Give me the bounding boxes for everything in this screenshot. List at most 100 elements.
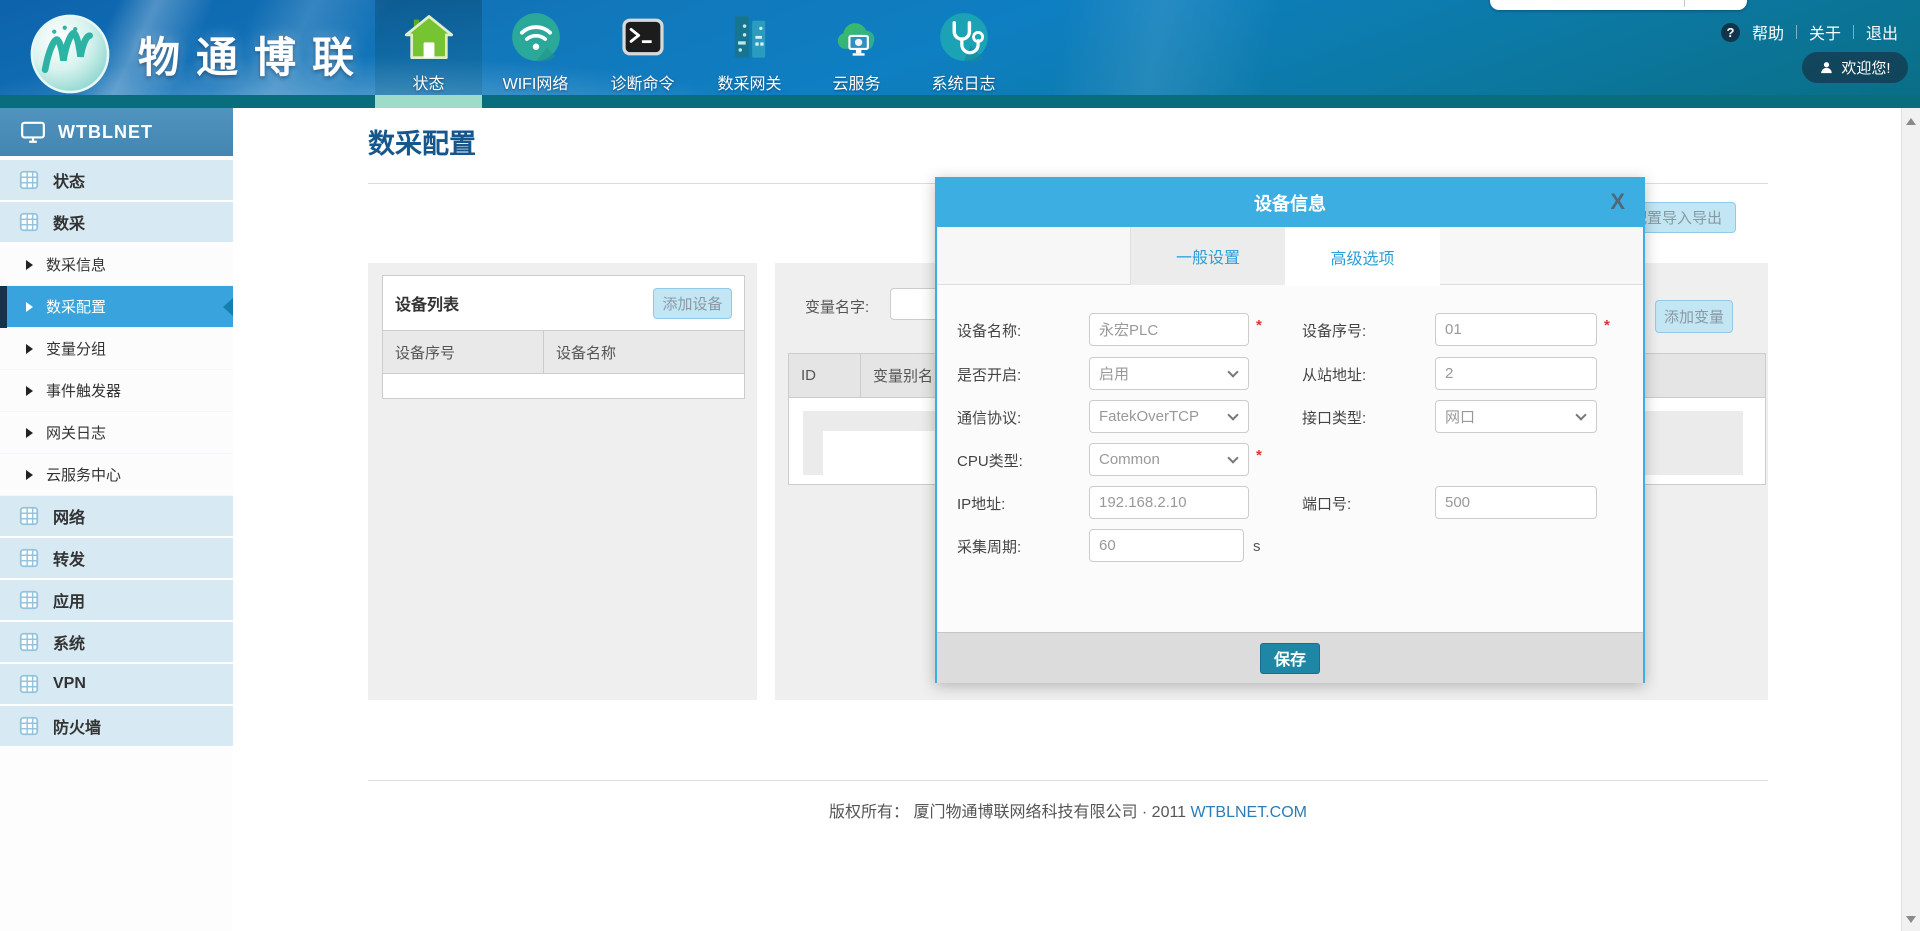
protocol-select[interactable]: FatekOverTCP <box>1089 400 1249 433</box>
browser-search-popup[interactable] <box>1490 0 1747 10</box>
sidebar-item-label: 数采信息 <box>46 254 106 275</box>
scroll-up-arrow-icon[interactable] <box>1906 118 1916 125</box>
header-bottom-band <box>0 95 1920 108</box>
grid-icon <box>18 211 40 233</box>
protocol-label: 通信协议: <box>957 407 1021 428</box>
top-header: 物通博联 状态 WIFI网络 <box>0 0 1920 108</box>
globe-logo-icon <box>28 12 112 96</box>
sidebar-item-gateway-logs[interactable]: 网关日志 <box>0 412 233 454</box>
link-separator <box>1853 25 1854 39</box>
enabled-select[interactable]: 启用 <box>1089 357 1249 390</box>
slave-address-input[interactable]: 2 <box>1435 357 1597 390</box>
nav-item-diagnostics[interactable]: 诊断命令 <box>589 0 696 95</box>
sidebar-item-applications[interactable]: 应用 <box>0 580 233 622</box>
sidebar-item-label: 应用 <box>53 588 85 612</box>
sidebar-item-label: 网络 <box>53 504 85 528</box>
help-link[interactable]: 帮助 <box>1752 20 1784 44</box>
sidebar-item-label: 数采 <box>53 210 85 234</box>
collect-period-input[interactable]: 60 <box>1089 529 1244 562</box>
column-header-id[interactable]: ID <box>789 354 861 397</box>
link-separator <box>1796 25 1797 39</box>
modal-title: 设备信息 <box>1254 190 1326 216</box>
port-input[interactable]: 500 <box>1435 486 1597 519</box>
column-header-device-serial[interactable]: 设备序号 <box>383 331 544 373</box>
chevron-down-icon <box>1575 409 1586 420</box>
chevron-down-icon <box>1227 366 1238 377</box>
enabled-label: 是否开启: <box>957 364 1021 385</box>
wifi-icon <box>510 11 562 63</box>
sidebar-item-label: 网关日志 <box>46 422 106 443</box>
sidebar-item-status[interactable]: 状态 <box>0 160 233 202</box>
ip-address-input[interactable]: 192.168.2.10 <box>1089 486 1249 519</box>
caret-right-icon <box>26 470 33 480</box>
grid-icon <box>18 715 40 737</box>
add-device-button[interactable]: 添加设备 <box>653 288 732 319</box>
sidebar-item-label: 转发 <box>53 546 85 570</box>
grid-icon <box>18 547 40 569</box>
nav-item-syslog[interactable]: 系统日志 <box>910 0 1017 95</box>
device-table-empty-row <box>383 373 744 398</box>
help-icon[interactable]: ? <box>1721 23 1740 42</box>
top-links: ? 帮助 关于 退出 <box>1721 20 1898 44</box>
cpu-type-select[interactable]: Common <box>1089 443 1249 476</box>
sidebar-item-label: 事件触发器 <box>46 380 121 401</box>
required-marker: * <box>1256 317 1262 334</box>
device-name-input[interactable]: 永宏PLC <box>1089 313 1249 346</box>
wtblnet-link[interactable]: WTBLNET.COM <box>1191 804 1307 821</box>
cloud-icon <box>831 11 883 63</box>
gateway-icon <box>724 11 776 63</box>
device-serial-input[interactable]: 01 <box>1435 313 1597 346</box>
tab-advanced-options[interactable]: 高级选项 <box>1285 227 1440 286</box>
save-button[interactable]: 保存 <box>1260 643 1320 674</box>
form-row-3: 通信协议: FatekOverTCP 接口类型: 网口 <box>937 400 1643 433</box>
form-row-6: 采集周期: 60 s <box>937 529 1643 562</box>
tab-general-settings[interactable]: 一般设置 <box>1130 227 1285 285</box>
sidebar-item-label: VPN <box>53 675 86 693</box>
monitor-icon <box>20 119 46 145</box>
device-info-modal: 设备信息 X 一般设置 高级选项 设备名称: 永宏PLC * 设备序号: 01 … <box>935 177 1645 683</box>
sidebar-item-event-triggers[interactable]: 事件触发器 <box>0 370 233 412</box>
interface-type-select[interactable]: 网口 <box>1435 400 1597 433</box>
welcome-badge[interactable]: 欢迎您! <box>1802 52 1908 83</box>
modal-header: 设备信息 X <box>937 179 1643 227</box>
footer: 版权所有： 厦门物通博联网络科技有限公司 · 2011 WTBLNET.COM <box>368 798 1768 822</box>
sidebar-item-label: 变量分组 <box>46 338 106 359</box>
sidebar-item-network[interactable]: 网络 <box>0 496 233 538</box>
brand-logo: 物通博联 <box>28 12 370 96</box>
enabled-value: 启用 <box>1099 363 1129 384</box>
sidebar-item-label: 云服务中心 <box>46 464 121 485</box>
sidebar-item-system[interactable]: 系统 <box>0 622 233 664</box>
sidebar-item-vpn[interactable]: VPN <box>0 664 233 706</box>
nav-item-gateway[interactable]: 数采网关 <box>696 0 803 95</box>
active-nav-indicator <box>375 95 482 108</box>
sidebar-item-variable-groups[interactable]: 变量分组 <box>0 328 233 370</box>
nav-label: 诊断命令 <box>610 70 674 94</box>
sidebar-item-acq-config[interactable]: 数采配置 <box>0 286 233 328</box>
scrollbar[interactable] <box>1901 108 1920 931</box>
sidebar-item-label: 防火墙 <box>53 714 101 738</box>
nav-item-status[interactable]: 状态 <box>375 0 482 95</box>
port-label: 端口号: <box>1302 493 1351 514</box>
variable-name-label: 变量名字: <box>805 296 869 317</box>
grid-icon <box>18 505 40 527</box>
logout-link[interactable]: 退出 <box>1866 20 1898 44</box>
close-icon[interactable]: X <box>1610 189 1625 215</box>
scroll-down-arrow-icon[interactable] <box>1906 916 1916 923</box>
sidebar-item-forwarding[interactable]: 转发 <box>0 538 233 580</box>
sidebar-item-acq-info[interactable]: 数采信息 <box>0 244 233 286</box>
column-header-device-name[interactable]: 设备名称 <box>544 331 744 373</box>
copyright-text: 版权所有： 厦门物通博联网络科技有限公司 · 2011 <box>829 804 1186 821</box>
caret-right-icon <box>26 428 33 438</box>
sidebar-item-cloud-center[interactable]: 云服务中心 <box>0 454 233 496</box>
add-variable-button[interactable]: 添加变量 <box>1655 300 1733 333</box>
chevron-down-icon <box>1227 409 1238 420</box>
grid-icon <box>18 169 40 191</box>
about-link[interactable]: 关于 <box>1809 20 1841 44</box>
sidebar-item-firewall[interactable]: 防火墙 <box>0 706 233 748</box>
sidebar-item-data-acquisition[interactable]: 数采 <box>0 202 233 244</box>
sidebar-menu: 状态 数采 数采信息 数采配置 变量分组 事件触发器 网关日志 云服务中心 网络 <box>0 160 233 748</box>
nav-item-wifi[interactable]: WIFI网络 <box>482 0 589 95</box>
search-popup-divider <box>1684 0 1685 7</box>
nav-item-cloud[interactable]: 云服务 <box>803 0 910 95</box>
collect-period-label: 采集周期: <box>957 536 1021 557</box>
